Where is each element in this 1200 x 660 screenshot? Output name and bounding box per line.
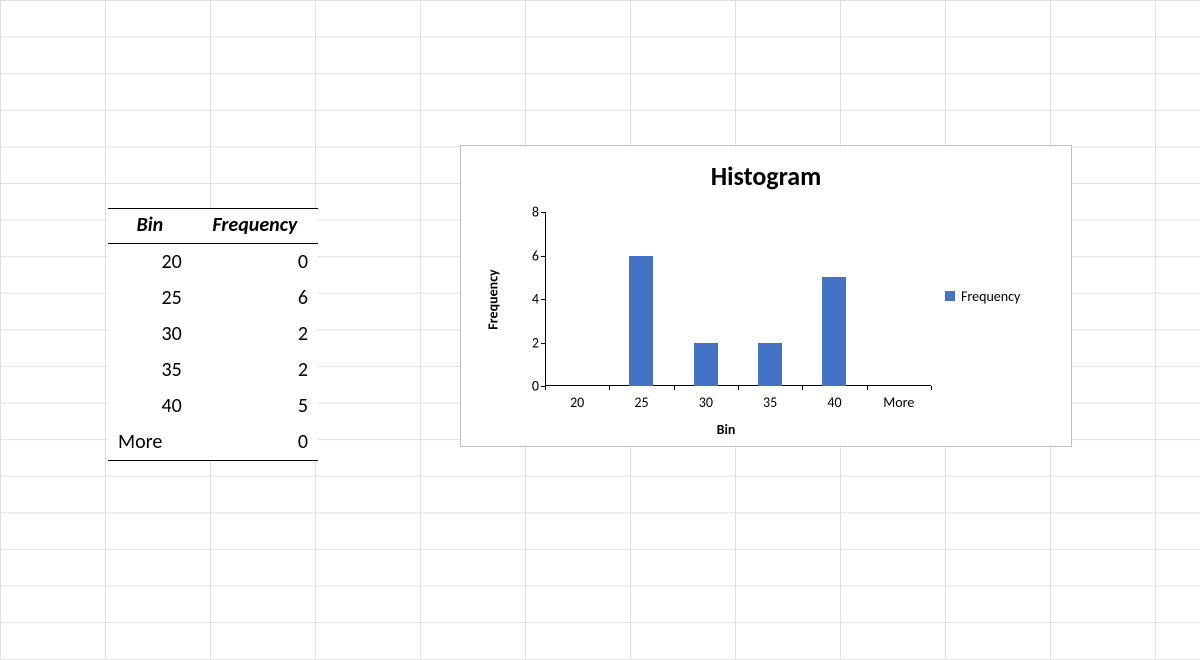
table-row[interactable]: 200 (108, 244, 318, 281)
y-tick-label: 0 (517, 378, 539, 395)
cell-bin[interactable]: More (108, 424, 192, 461)
cell-frequency[interactable]: 0 (192, 244, 318, 281)
legend-label: Frequency (961, 288, 1020, 305)
x-tick-mark (674, 386, 675, 390)
table-row[interactable]: More0 (108, 424, 318, 461)
frequency-table[interactable]: Bin Frequency 200256302352405More0 (108, 208, 318, 461)
x-tick-mark (545, 386, 546, 390)
x-tick-mark (931, 386, 932, 390)
cell-frequency[interactable]: 0 (192, 424, 318, 461)
table-row[interactable]: 302 (108, 316, 318, 352)
x-tick-mark (867, 386, 868, 390)
x-tick-label: More (867, 386, 931, 411)
cell-frequency[interactable]: 2 (192, 316, 318, 352)
table-row[interactable]: 352 (108, 352, 318, 388)
bar-slot: More (867, 212, 931, 386)
x-tick-label: 40 (802, 386, 866, 411)
y-tick-label: 4 (517, 291, 539, 308)
cell-bin[interactable]: 35 (108, 352, 192, 388)
bar-slot: 35 (738, 212, 802, 386)
cell-bin[interactable]: 25 (108, 280, 192, 316)
x-tick-mark (802, 386, 803, 390)
y-tick-label: 8 (517, 204, 539, 221)
x-tick-label: 35 (738, 386, 802, 411)
legend-swatch-icon (945, 291, 955, 301)
bar-slot: 20 (545, 212, 609, 386)
cell-frequency[interactable]: 2 (192, 352, 318, 388)
bar (694, 343, 718, 387)
cell-frequency[interactable]: 5 (192, 388, 318, 424)
table-header-bin: Bin (108, 209, 192, 244)
cell-bin[interactable]: 30 (108, 316, 192, 352)
bar-slot: 30 (674, 212, 738, 386)
table-header-frequency: Frequency (192, 209, 318, 244)
y-tick-label: 2 (517, 334, 539, 351)
bar (758, 343, 782, 387)
bar (822, 277, 846, 386)
x-tick-mark (738, 386, 739, 390)
histogram-chart[interactable]: Histogram Frequency Bin 02468 2025303540… (460, 145, 1072, 447)
table-row[interactable]: 405 (108, 388, 318, 424)
bar (629, 256, 653, 387)
bar-slot: 40 (802, 212, 866, 386)
chart-legend: Frequency (945, 146, 1055, 446)
x-tick-label: 20 (545, 386, 609, 411)
cell-bin[interactable]: 20 (108, 244, 192, 281)
bar-slot: 25 (609, 212, 673, 386)
y-tick-label: 6 (517, 247, 539, 264)
x-tick-mark (609, 386, 610, 390)
x-tick-label: 25 (609, 386, 673, 411)
x-axis-title: Bin (521, 421, 931, 438)
plot-area: 02468 2025303540More (521, 212, 931, 386)
x-tick-label: 30 (674, 386, 738, 411)
table-row[interactable]: 256 (108, 280, 318, 316)
cell-frequency[interactable]: 6 (192, 280, 318, 316)
y-axis-title: Frequency (483, 214, 503, 384)
cell-bin[interactable]: 40 (108, 388, 192, 424)
